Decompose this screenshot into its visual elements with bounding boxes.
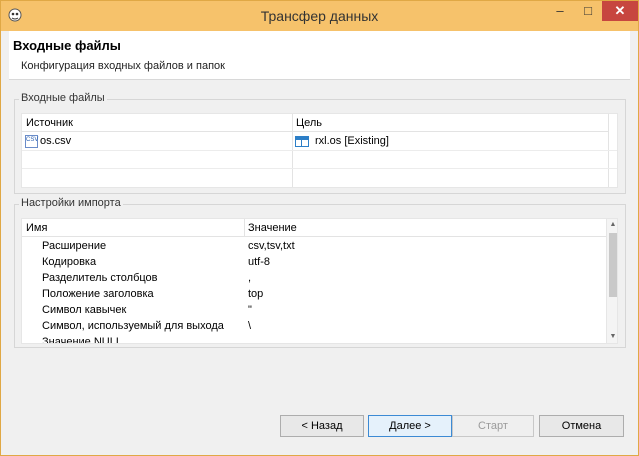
property-name: Кодировка [42, 256, 97, 268]
row-separator [22, 150, 617, 151]
property-name: Значение NULL [42, 336, 122, 344]
dialog-window: Трансфер данных – □ ✕ Входные файлы Конф… [0, 0, 639, 456]
back-button[interactable]: < Назад [280, 415, 364, 437]
property-name: Расширение [42, 240, 107, 252]
title-bar: Трансфер данных – □ ✕ [1, 1, 638, 31]
import-settings-table[interactable]: Имя Значение Расширение csv,tsv,txt Коди… [21, 218, 618, 344]
table-row[interactable]: Положение заголовка top [22, 286, 602, 302]
import-settings-group-label: Настройки импорта [19, 197, 123, 209]
wizard-header: Входные файлы Конфигурация входных файло… [9, 31, 630, 80]
column-separator [244, 219, 245, 237]
next-button[interactable]: Далее > [368, 415, 452, 437]
minimize-button[interactable]: – [546, 1, 574, 21]
property-name: Символ, используемый для выхода [42, 320, 224, 332]
table-row[interactable]: Символ кавычек " [22, 302, 602, 318]
scroll-up-icon[interactable]: ▲ [607, 219, 617, 231]
cancel-button[interactable]: Отмена [539, 415, 624, 437]
table-row[interactable]: Кодировка utf-8 [22, 254, 602, 270]
window-title: Трансфер данных [260, 8, 379, 24]
scrollbar-thumb[interactable] [609, 233, 617, 297]
property-value[interactable]: csv,tsv,txt [248, 238, 295, 254]
property-value[interactable]: \ [248, 318, 251, 334]
property-name: Разделитель столбцов [42, 272, 158, 284]
property-value[interactable]: , [248, 270, 251, 286]
table-row-target[interactable]: rxl.os [Existing] [295, 133, 389, 149]
scroll-down-icon[interactable]: ▼ [607, 331, 617, 343]
table-icon [295, 135, 309, 147]
property-value[interactable]: top [248, 286, 263, 302]
input-files-group: Входные файлы Источник Цель CSV os.csv rx… [14, 92, 626, 194]
close-button[interactable]: ✕ [602, 1, 638, 21]
column-header-target[interactable]: Цель [292, 114, 608, 132]
import-settings-group: Настройки импорта Имя Значение Расширени… [14, 197, 626, 348]
csv-file-icon: CSV [25, 134, 38, 148]
input-files-table[interactable]: Источник Цель CSV os.csv rxl.os [Existing… [21, 113, 618, 188]
column-header-source[interactable]: Источник [22, 114, 292, 132]
table-row[interactable]: Символ, используемый для выхода \ [22, 318, 602, 334]
source-file-name: os.csv [40, 135, 72, 147]
row-separator [22, 168, 617, 169]
input-files-group-label: Входные файлы [19, 92, 107, 104]
page-title: Входные файлы [13, 38, 121, 53]
property-name: Положение заголовка [42, 288, 154, 300]
start-button[interactable]: Старт [452, 415, 534, 437]
table-row-source[interactable]: CSV os.csv [25, 133, 71, 149]
property-name: Символ кавычек [42, 304, 127, 316]
target-table-name: rxl.os [Existing] [315, 135, 389, 147]
maximize-button[interactable]: □ [574, 1, 602, 21]
table-row[interactable]: Значение NULL [22, 334, 602, 344]
property-value[interactable]: " [248, 302, 252, 318]
vertical-scrollbar[interactable]: ▲ ▼ [606, 219, 617, 343]
page-description: Конфигурация входных файлов и папок [21, 60, 225, 72]
table-row[interactable]: Расширение csv,tsv,txt [22, 238, 602, 254]
property-value[interactable]: utf-8 [248, 254, 270, 270]
column-header-name[interactable]: Имя [22, 219, 244, 237]
table-row[interactable]: Разделитель столбцов , [22, 270, 602, 286]
column-header-value[interactable]: Значение [244, 219, 606, 237]
